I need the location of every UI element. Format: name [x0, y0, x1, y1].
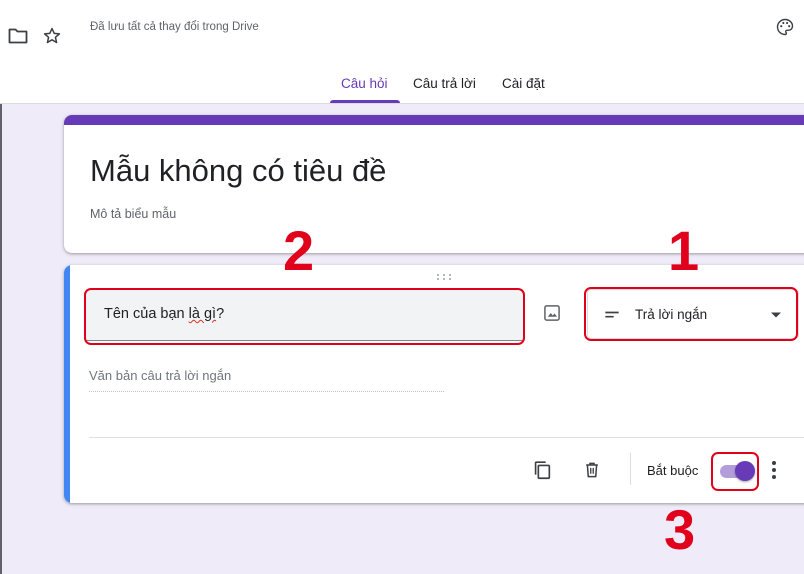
- folder-icon[interactable]: [6, 24, 30, 48]
- drag-handle-icon[interactable]: [436, 273, 452, 281]
- footer-vertical-divider: [630, 453, 631, 485]
- answer-underline: [89, 391, 444, 392]
- annotation-number-1: 1: [668, 219, 700, 282]
- save-status-text: Đã lưu tất cả thay đổi trong Drive: [90, 21, 259, 33]
- required-label: Bắt buộc: [647, 463, 699, 478]
- title-card-accent: [64, 115, 804, 125]
- annotation-number-3: 3: [664, 498, 696, 561]
- duplicate-icon[interactable]: [530, 458, 554, 482]
- annotation-box-question-type: [584, 287, 798, 341]
- annotation-number-2: 2: [283, 219, 315, 282]
- delete-icon[interactable]: [580, 458, 604, 482]
- top-bar: Đã lưu tất cả thay đổi trong Drive Câu h…: [0, 0, 804, 104]
- short-answer-placeholder: Văn bản câu trả lời ngắn: [89, 368, 232, 383]
- tab-bar: Câu hỏi Câu trả lời Cài đặt: [0, 76, 804, 104]
- add-image-icon[interactable]: [540, 301, 564, 325]
- annotation-box-required-toggle: [711, 452, 759, 491]
- active-question-indicator: [64, 265, 70, 503]
- form-description[interactable]: Mô tả biểu mẫu: [90, 207, 176, 221]
- palette-icon[interactable]: [774, 16, 796, 38]
- tab-settings[interactable]: Cài đặt: [502, 76, 545, 104]
- window-edge: [0, 104, 2, 574]
- form-title[interactable]: Mẫu không có tiêu đề: [90, 153, 386, 189]
- tab-responses[interactable]: Câu trả lời: [413, 76, 476, 104]
- active-tab-indicator: [330, 100, 400, 103]
- annotation-box-question-title: [84, 288, 525, 345]
- more-options-icon[interactable]: [766, 458, 782, 482]
- question-footer-divider: [89, 437, 804, 438]
- star-icon[interactable]: [40, 24, 64, 48]
